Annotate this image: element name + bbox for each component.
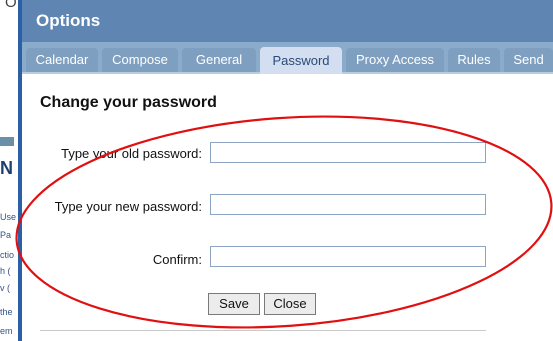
divider [40, 330, 486, 331]
bg-fragment-use: Use [0, 212, 17, 222]
confirm-password-label: Confirm: [152, 252, 202, 267]
new-password-field[interactable] [210, 194, 486, 215]
tab-password[interactable]: Password [260, 47, 342, 74]
bg-color-bar [0, 137, 14, 146]
bg-fragment-v: v ( [0, 283, 10, 293]
new-password-label: Type your new password: [54, 199, 202, 214]
tab-strip: Calendar Compose General Password Proxy … [22, 42, 553, 74]
bg-fragment-n: N [0, 158, 13, 178]
bg-fragment-pa: Pa [0, 230, 12, 240]
old-password-label: Type your old password: [61, 146, 202, 161]
tab-rules[interactable]: Rules [448, 48, 500, 72]
bg-fragment-em: em [0, 326, 13, 336]
bg-fragment-the: the [0, 307, 13, 317]
dialog-title: Options [22, 0, 553, 42]
close-button[interactable]: Close [264, 293, 316, 315]
tab-proxy-access[interactable]: Proxy Access [346, 48, 444, 72]
page-title: Change your password [40, 94, 217, 111]
confirm-password-field[interactable] [210, 246, 486, 267]
tab-general[interactable]: General [182, 48, 256, 72]
options-dialog: Options Calendar Compose General Passwor… [22, 0, 553, 341]
tab-send[interactable]: Send [504, 48, 553, 72]
tab-compose[interactable]: Compose [102, 48, 178, 72]
old-password-field[interactable] [210, 142, 486, 163]
bg-fragment-h: h ( [0, 266, 11, 276]
bg-fragment-o: O [5, 0, 17, 11]
tab-calendar[interactable]: Calendar [26, 48, 98, 72]
bg-fragment-ctio: ctio [0, 250, 15, 260]
save-button[interactable]: Save [208, 293, 260, 315]
